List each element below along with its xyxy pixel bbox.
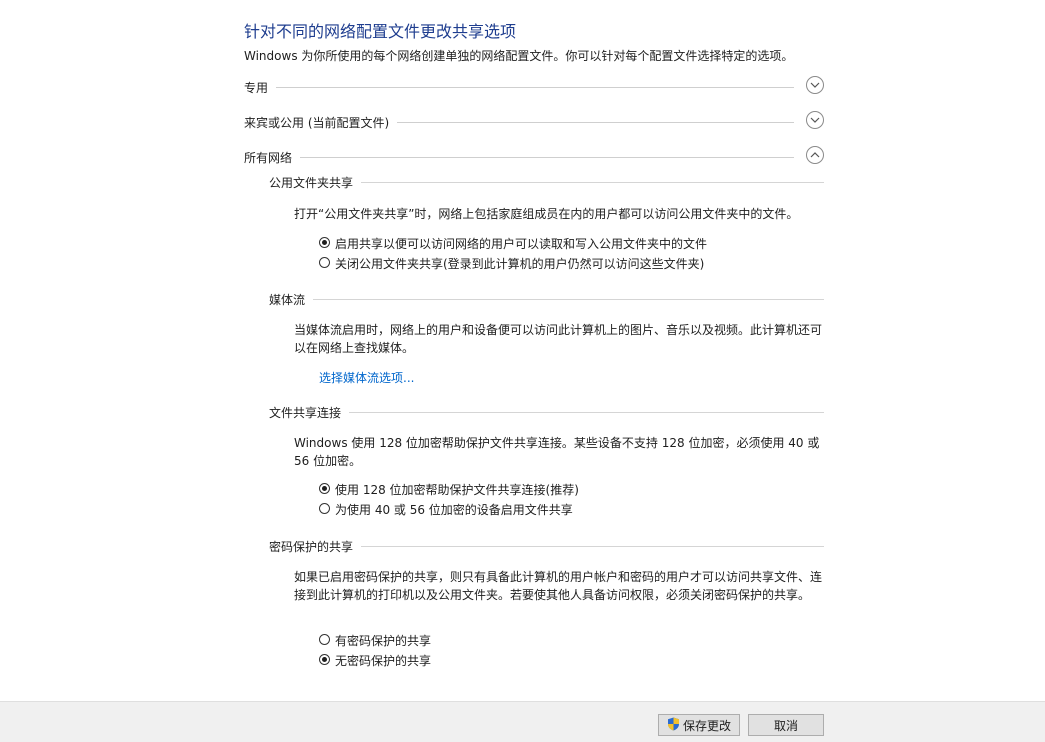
chevron-up-icon[interactable] [806,146,824,164]
section-description: Windows 使用 128 位加密帮助保护文件共享连接。某些设备不支持 128… [294,436,820,468]
chevron-down-icon[interactable] [806,76,824,94]
radio-label: 启用共享以便可以访问网络的用户可以读取和写入公用文件夹中的文件 [335,237,708,251]
radio-label: 有密码保护的共享 [335,634,432,648]
section-password-sharing: 密码保护的共享 [269,538,824,555]
profile-all-networks[interactable]: 所有网络 [244,146,824,168]
chevron-down-icon[interactable] [806,111,824,129]
section-title: 密码保护的共享 [269,538,362,555]
section-description: 当媒体流启用时，网络上的用户和设备便可以访问此计算机上的图片、音乐以及视频。此计… [294,323,823,355]
radio-label: 为使用 40 或 56 位加密的设备启用文件共享 [335,503,573,517]
save-button-label: 保存更改 [682,718,731,733]
section-title: 媒体流 [269,291,314,308]
profile-guest-public[interactable]: 来宾或公用 (当前配置文件) [244,111,824,133]
cancel-button-label: 取消 [773,718,798,733]
section-title: 文件共享连接 [269,404,350,421]
radio-selected[interactable] [319,483,330,494]
radio-selected[interactable] [319,654,330,665]
radio-unselected[interactable] [319,257,330,268]
profile-private[interactable]: 专用 [244,76,824,98]
save-changes-button[interactable]: 保存更改 [658,714,740,736]
divider [269,412,824,413]
cancel-button[interactable]: 取消 [748,714,824,736]
radio-label: 无密码保护的共享 [335,654,432,668]
footer-bar: 保存更改 取消 [0,701,1045,742]
section-title: 公用文件夹共享 [269,174,362,191]
section-file-sharing: 文件共享连接 [269,404,824,421]
divider [244,157,794,158]
divider [269,299,824,300]
divider [244,87,794,88]
section-description: 如果已启用密码保护的共享，则只有具备此计算机的用户帐户和密码的用户才可以访问共享… [294,570,823,602]
page-title: 针对不同的网络配置文件更改共享选项 [244,22,517,41]
section-public-folder: 公用文件夹共享 [269,174,824,191]
section-media-streaming: 媒体流 [269,291,824,308]
radio-unselected[interactable] [319,503,330,514]
uac-shield-icon [667,717,680,734]
page-description: Windows 为你所使用的每个网络创建单独的网络配置文件。你可以针对每个配置文… [244,49,794,63]
radio-unselected[interactable] [319,634,330,645]
section-description: 打开“公用文件夹共享”时，网络上包括家庭组成员在内的用户都可以访问公用文件夹中的… [294,207,799,221]
media-streaming-options-link[interactable]: 选择媒体流选项... [319,369,414,386]
profile-label: 专用 [244,79,277,96]
profile-label: 来宾或公用 (当前配置文件) [244,114,398,131]
radio-label: 关闭公用文件夹共享(登录到此计算机的用户仍然可以访问这些文件夹) [335,257,705,271]
radio-selected[interactable] [319,237,330,248]
radio-label: 使用 128 位加密帮助保护文件共享连接(推荐) [335,483,579,497]
profile-label: 所有网络 [244,149,301,166]
